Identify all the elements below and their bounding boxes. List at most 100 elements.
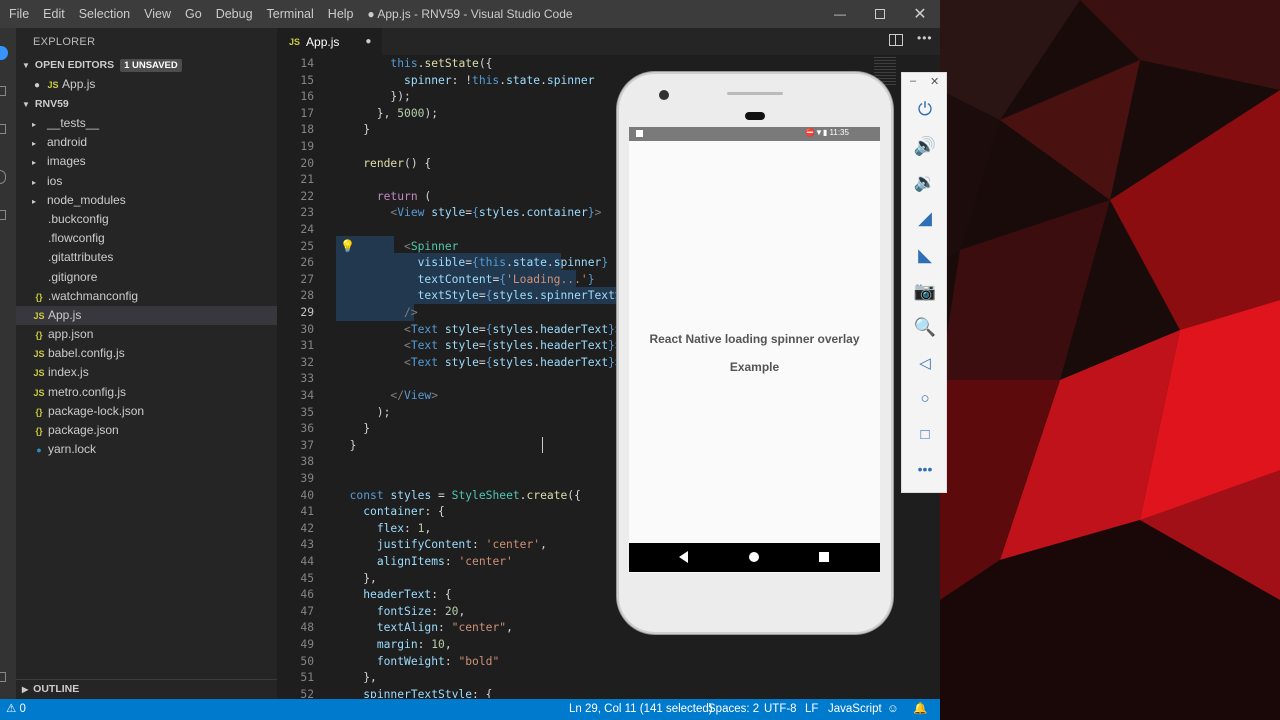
settings-activity-icon[interactable] [0,672,6,682]
menu-edit[interactable]: Edit [36,0,72,28]
feedback-icon[interactable]: ☺ [887,699,899,720]
volume-up-icon[interactable]: 🔊 [902,136,948,157]
menu-file[interactable]: File [0,0,36,28]
line-number: 17 [300,106,314,120]
search-activity-icon[interactable] [0,86,6,96]
file-item[interactable]: {} app.json [16,325,277,344]
debug-activity-icon[interactable] [0,170,6,184]
file-item[interactable]: {} .watchmanconfig [16,287,277,306]
file-label: .flowconfig [48,231,105,246]
power-icon[interactable]: ⏻ [902,99,948,120]
code-line: const styles = StyleSheet.create({ [349,488,581,502]
zoom-icon[interactable]: 🔍 [902,317,948,338]
line-number: 35 [300,405,314,419]
folder-item[interactable]: ▸ android [16,133,277,152]
line-number: 15 [300,73,314,87]
file-item[interactable]: JS babel.config.js [16,344,277,363]
overview-icon[interactable]: □ [902,426,948,443]
outline-header[interactable]: ▶ OUTLINE [16,679,277,698]
errors-indicator[interactable]: ⚠ 0 [6,699,26,720]
tab-label: App.js [306,34,340,49]
menu-debug[interactable]: Debug [209,0,260,28]
line-number: 25 [300,239,314,253]
code-line: alignItems: 'center' [376,555,513,568]
minimize-emulator-icon[interactable]: – [910,75,916,87]
code-line: }); [336,90,411,104]
home-icon[interactable]: ○ [902,390,948,407]
file-item[interactable]: .gitattributes [16,248,277,267]
file-item[interactable]: .gitignore [16,268,277,287]
js-file-icon: JS [33,368,45,379]
menu-selection[interactable]: Selection [72,0,137,28]
folder-item[interactable]: ▸ ios [16,172,277,191]
line-number: 31 [300,339,314,353]
json-file-icon: {} [35,426,43,436]
file-item[interactable]: JS App.js [16,305,277,326]
chevron-right-icon: ▶ [22,685,29,694]
encoding[interactable]: UTF-8 [764,699,797,720]
json-file-icon: {} [35,406,43,417]
speaker-grille [727,92,783,95]
folder-item[interactable]: ▸ __tests__ [16,114,277,133]
menu-view[interactable]: View [137,0,178,28]
extensions-activity-icon[interactable] [0,210,6,220]
explorer-activity-icon[interactable] [0,46,8,60]
back-icon[interactable] [679,551,688,563]
menu-help[interactable]: Help [321,0,361,28]
file-item[interactable]: ● yarn.lock [16,440,277,459]
code-line: <Text style={styles.headerText}>Re [404,339,635,353]
open-editors-header[interactable]: ▼ OPEN EDITORS 1 UNSAVED [16,56,277,75]
tab-app-js[interactable]: JS App.js ● [277,28,382,55]
split-editor-icon[interactable] [889,34,903,46]
file-label: app.json [48,327,94,342]
project-folder-header[interactable]: ▼ RNV59 [16,95,277,114]
minimize-button[interactable]: — [820,0,860,28]
cursor-position[interactable]: Ln 29, Col 11 (141 selected) [569,699,713,720]
phone-screen[interactable]: React Native loading spinner overlay Exa… [629,127,880,573]
outline-label: OUTLINE [33,683,80,695]
language-mode[interactable]: JavaScript [828,699,882,720]
code-line: fontSize: 20, [376,604,466,618]
close-button[interactable]: ✕ [900,0,940,28]
unsaved-dot-icon[interactable]: ● [365,36,371,47]
file-item[interactable]: {} package-lock.json [16,402,277,421]
code-line: margin: 10, [376,638,452,651]
yarn-file-icon: ● [36,445,42,456]
notifications-icon[interactable]: 🔔 [913,699,927,720]
app-header-text: React Native loading spinner overlay [649,332,860,346]
code-line: textContent={'Loading...'} [417,272,595,286]
back-icon[interactable]: ◁ [902,354,948,372]
open-editor-item[interactable]: ● JS App.js [16,75,277,94]
camera-icon[interactable]: 📷 [902,281,948,302]
close-icon: ✕ [913,6,927,23]
more-actions-icon[interactable]: ••• [917,31,933,45]
volume-down-icon[interactable]: 🔉 [902,172,948,193]
rotate-right-icon[interactable]: ◣ [902,245,948,266]
code-line: return ( [376,189,432,203]
file-item[interactable]: {} package.json [16,421,277,440]
indentation[interactable]: Spaces: 2 [708,699,759,720]
line-number: 43 [300,538,314,552]
rotate-left-icon[interactable]: ◢ [902,208,948,229]
menu-go[interactable]: Go [178,0,209,28]
file-item[interactable]: .buckconfig [16,210,277,229]
folder-item[interactable]: ▸ images [16,152,277,171]
recents-icon[interactable] [819,552,829,562]
home-icon[interactable] [749,552,759,562]
file-item[interactable]: JS metro.config.js [16,383,277,402]
close-emulator-icon[interactable]: ✕ [930,75,939,88]
line-number: 16 [300,90,314,104]
line-number: 50 [300,654,314,668]
folder-item[interactable]: ▸ node_modules [16,191,277,210]
source-control-activity-icon[interactable] [0,124,6,134]
code-line: fontWeight: "bold" [376,654,500,668]
app-header-text: Example [729,360,780,374]
title-bar: File Edit Selection View Go Debug Termin… [0,0,940,28]
file-item[interactable]: JS index.js [16,363,277,382]
file-item[interactable]: .flowconfig [16,229,277,248]
more-options-icon[interactable]: ••• [902,461,948,477]
status-time: 11:35 [829,128,849,137]
line-ending[interactable]: LF [805,699,818,720]
menu-terminal[interactable]: Terminal [260,0,321,28]
maximize-button[interactable] [860,0,900,28]
